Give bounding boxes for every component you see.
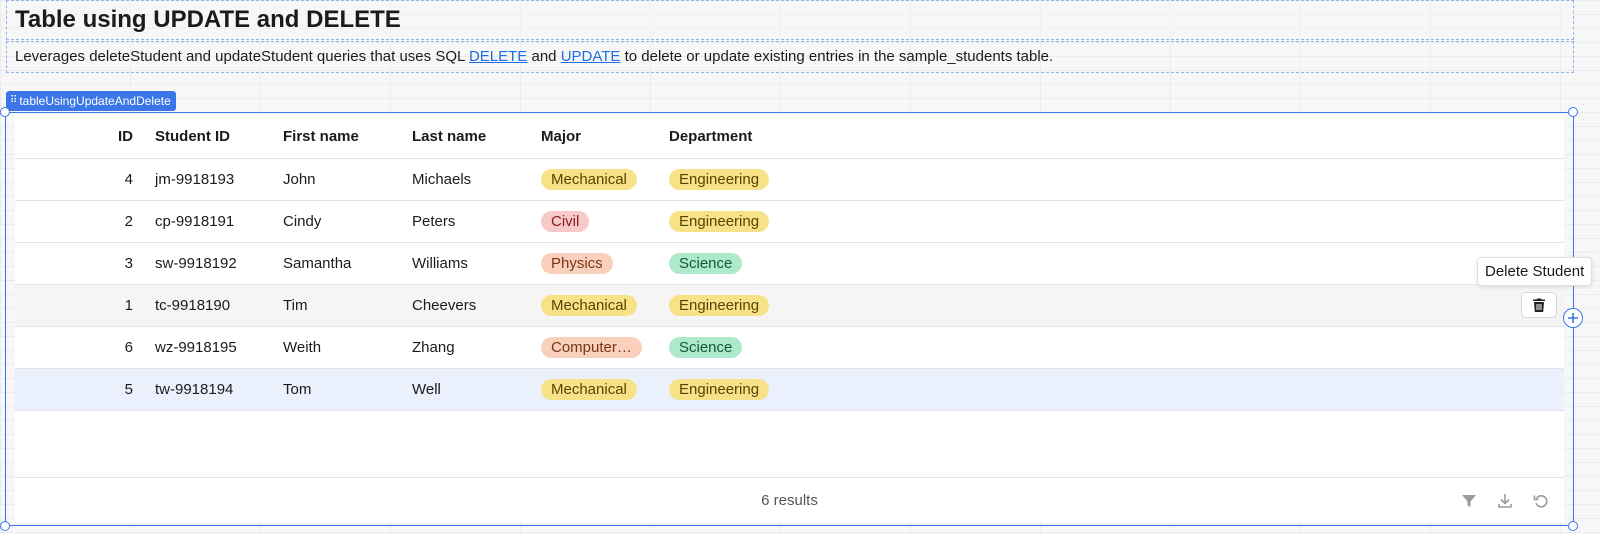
first-name-cell: John — [283, 171, 316, 188]
student-id-cell: jm-9918193 — [155, 171, 235, 188]
student-id-cell: cp-9918191 — [155, 213, 235, 230]
students-table: ID Student ID First name Last name Major… — [15, 115, 1564, 522]
major-cell: Civil — [541, 201, 590, 242]
page-title: Table using UPDATE and DELETE — [15, 6, 401, 33]
id-cell: 2 — [124, 213, 133, 230]
delete-row-button[interactable] — [1521, 292, 1557, 318]
download-icon[interactable] — [1496, 492, 1514, 510]
resize-handle-top-left[interactable] — [0, 107, 10, 117]
major-tag: Computer… — [541, 337, 642, 358]
last-name-cell: Michaels — [412, 171, 472, 188]
department-tag: Engineering — [669, 379, 770, 400]
column-header-last-name[interactable]: Last name — [412, 115, 486, 158]
department-cell: Engineering — [669, 285, 770, 326]
table-row[interactable]: 6 wz-9918195 Weith Zhang Computer… Science — [15, 327, 1564, 369]
department-cell: Engineering — [669, 159, 770, 200]
major-cell: Mechanical — [541, 159, 637, 200]
id-cell: 1 — [124, 297, 133, 314]
add-column-button[interactable] — [1563, 308, 1583, 328]
component-tag[interactable]: ⠿ tableUsingUpdateAndDelete — [6, 91, 176, 111]
column-header-major[interactable]: Major — [541, 115, 581, 158]
last-name-cell: Well — [412, 381, 441, 398]
resize-handle-bottom-left[interactable] — [0, 521, 10, 531]
table-row[interactable]: 3 sw-9918192 Samantha Williams Physics Scienc… — [15, 243, 1564, 285]
refresh-icon[interactable] — [1532, 492, 1550, 510]
description-text-1: Leverages deleteStudent and updateStuden… — [15, 48, 469, 65]
last-name-cell: Zhang — [412, 339, 455, 356]
trash-icon — [1533, 298, 1545, 312]
major-cell: Physics — [541, 243, 613, 284]
major-tag: Mechanical — [541, 169, 637, 190]
first-name-cell: Tim — [283, 297, 308, 314]
table-row[interactable]: 2 cp-9918191 Cindy Peters Civil Engineering — [15, 201, 1564, 243]
department-tag: Engineering — [669, 295, 770, 316]
major-tag: Physics — [541, 253, 613, 274]
column-header-department[interactable]: Department — [669, 115, 752, 158]
major-cell: Computer… — [541, 327, 642, 368]
id-cell: 5 — [124, 381, 133, 398]
department-tag: Engineering — [669, 211, 770, 232]
plus-icon — [1568, 313, 1578, 323]
major-cell: Mechanical — [541, 369, 637, 410]
last-name-cell: Williams — [412, 255, 468, 272]
results-count: 6 results — [761, 492, 818, 509]
description-text-2: and — [527, 48, 561, 65]
major-tag: Civil — [541, 211, 590, 232]
table-footer: 6 results — [15, 477, 1564, 522]
resize-handle-top-right[interactable] — [1568, 107, 1578, 117]
page-description: Leverages deleteStudent and updateStuden… — [15, 48, 1053, 65]
student-id-cell: tc-9918190 — [155, 297, 231, 314]
major-tag: Mechanical — [541, 379, 637, 400]
column-header-id[interactable]: ID — [15, 115, 133, 158]
student-id-cell: wz-9918195 — [155, 339, 237, 356]
table-row[interactable]: 5 tw-9918194 Tom Well Mechanical Engineering — [15, 369, 1564, 411]
department-tag: Science — [669, 337, 743, 358]
first-name-cell: Tom — [283, 381, 312, 398]
description-text-3: to delete or update existing entries in … — [620, 48, 1054, 65]
id-cell: 6 — [124, 339, 133, 356]
department-cell: Engineering — [669, 369, 770, 410]
major-cell: Mechanical — [541, 285, 637, 326]
table-row[interactable]: 4 jm-9918193 John Michaels Mechanical Enginee… — [15, 159, 1564, 201]
department-cell: Science — [669, 243, 743, 284]
department-cell: Engineering — [669, 201, 770, 242]
first-name-cell: Cindy — [283, 213, 322, 230]
resize-handle-bottom-right[interactable] — [1568, 521, 1578, 531]
component-tag-label: tableUsingUpdateAndDelete — [19, 94, 171, 108]
column-header-student-id[interactable]: Student ID — [155, 115, 230, 158]
department-tag: Science — [669, 253, 743, 274]
first-name-cell: Samantha — [283, 255, 352, 272]
department-tag: Engineering — [669, 169, 770, 190]
student-id-cell: sw-9918192 — [155, 255, 237, 272]
filter-icon[interactable] — [1460, 492, 1478, 510]
first-name-cell: Weith — [283, 339, 322, 356]
drag-grip-icon[interactable]: ⠿ — [10, 91, 17, 111]
table-header-row: ID Student ID First name Last name Major… — [15, 115, 1564, 159]
table-row[interactable]: 1 tc-9918190 Tim Cheevers Mechanical Engineer… — [15, 285, 1564, 327]
last-name-cell: Cheevers — [412, 297, 477, 314]
id-cell: 3 — [124, 255, 133, 272]
major-tag: Mechanical — [541, 295, 637, 316]
delete-student-tooltip: Delete Student — [1477, 257, 1593, 286]
department-cell: Science — [669, 327, 743, 368]
delete-doc-link[interactable]: DELETE — [469, 48, 527, 65]
student-id-cell: tw-9918194 — [155, 381, 234, 398]
last-name-cell: Peters — [412, 213, 456, 230]
update-doc-link[interactable]: UPDATE — [561, 48, 621, 65]
column-header-first-name[interactable]: First name — [283, 115, 359, 158]
id-cell: 4 — [124, 171, 133, 188]
